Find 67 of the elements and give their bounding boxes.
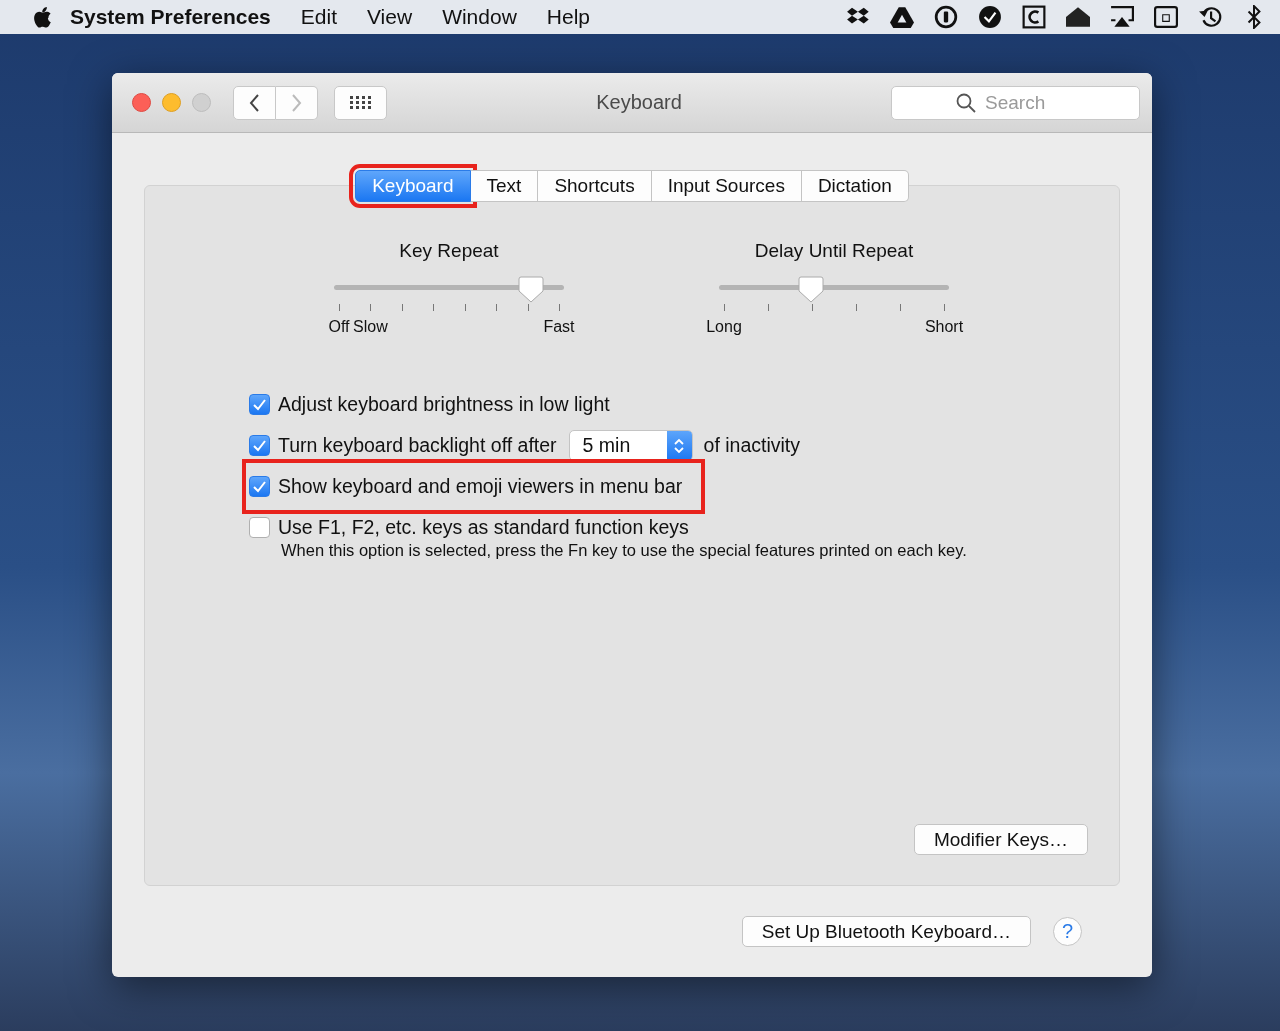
- house-icon[interactable]: [1066, 5, 1090, 29]
- option-text: of inactivity: [703, 434, 801, 457]
- window-title: Keyboard: [596, 91, 682, 114]
- slider-label: Slow: [353, 318, 388, 336]
- tick-mark: [724, 304, 725, 311]
- bluetooth-setup-button[interactable]: Set Up Bluetooth Keyboard…: [741, 916, 1031, 947]
- tick-mark: [559, 304, 560, 311]
- tick-mark: [856, 304, 857, 311]
- option-description: When this option is selected, press the Fn key to use the special features printed on each key.: [281, 541, 968, 560]
- checkmark-icon: [252, 398, 267, 411]
- checkbox[interactable]: [249, 476, 270, 497]
- tick-mark: [339, 304, 340, 311]
- checkmark-circle-icon[interactable]: [978, 5, 1002, 29]
- back-button[interactable]: [233, 85, 276, 120]
- help-button[interactable]: ?: [1053, 917, 1082, 946]
- checkmark-icon: [252, 439, 267, 452]
- tick-mark: [401, 304, 403, 311]
- search-icon: [956, 92, 976, 113]
- slider-thumb[interactable]: [798, 276, 824, 303]
- tab[interactable]: Input Sources: [651, 170, 802, 202]
- menu-item[interactable]: Edit: [285, 5, 352, 29]
- tick-mark: [944, 304, 945, 311]
- slider-label: Long: [706, 318, 742, 336]
- menu-item[interactable]: Window: [427, 5, 532, 29]
- triangle-icon[interactable]: [890, 5, 914, 29]
- up-down-arrows-icon: [673, 437, 686, 454]
- search-field[interactable]: Search: [891, 85, 1140, 120]
- checkbox-label[interactable]: Use F1, F2, etc. keys as standard function keys: [278, 516, 689, 539]
- duration-popup[interactable]: 5 min: [568, 430, 693, 461]
- clock-arrow-icon[interactable]: [1198, 5, 1222, 29]
- checkbox-label[interactable]: Adjust keyboard brightness in low light: [278, 393, 610, 416]
- checkbox[interactable]: [249, 435, 270, 456]
- tick-mark: [900, 304, 901, 311]
- menu-item[interactable]: View: [352, 5, 428, 29]
- tick-mark: [812, 304, 813, 311]
- checkmark-icon: [252, 480, 267, 493]
- slider-title: Key Repeat: [398, 240, 500, 262]
- tick-mark: [433, 304, 435, 311]
- circled-number-icon[interactable]: [934, 5, 958, 29]
- slider-thumb[interactable]: [518, 276, 545, 303]
- chevron-right-icon: [291, 93, 302, 112]
- slider-label: Off: [328, 318, 350, 336]
- tick-mark: [464, 304, 466, 311]
- tab[interactable]: Dictation: [801, 170, 909, 202]
- apple-logo-icon[interactable]: [32, 5, 52, 29]
- modifier-keys-button[interactable]: Modifier Keys…: [913, 824, 1088, 855]
- slider-label: Fast: [543, 318, 575, 336]
- grid-icon: [350, 96, 371, 109]
- airplay-icon[interactable]: [1110, 5, 1134, 29]
- checkbox[interactable]: [249, 394, 270, 415]
- tick-mark: [768, 304, 769, 311]
- tick-mark: [496, 304, 498, 311]
- tick-mark: [370, 304, 372, 311]
- c-square-icon[interactable]: [1022, 5, 1046, 29]
- show-all-button[interactable]: [334, 85, 387, 120]
- app-menu[interactable]: System Preferences: [52, 5, 286, 29]
- tick-mark: [527, 304, 529, 311]
- slider-label: Short: [924, 318, 964, 336]
- tab[interactable]: Text: [470, 170, 539, 202]
- checkbox-label[interactable]: Turn keyboard backlight off after: [278, 434, 557, 457]
- checkbox[interactable]: [249, 517, 270, 538]
- slider-title: Delay Until Repeat: [753, 240, 915, 262]
- checkbox-label[interactable]: Show keyboard and emoji viewers in menu bar: [278, 475, 683, 498]
- tab[interactable]: Shortcuts: [538, 170, 652, 202]
- close-button[interactable]: [132, 93, 151, 112]
- chevron-left-icon: [249, 93, 260, 112]
- menu-item[interactable]: Help: [531, 5, 606, 29]
